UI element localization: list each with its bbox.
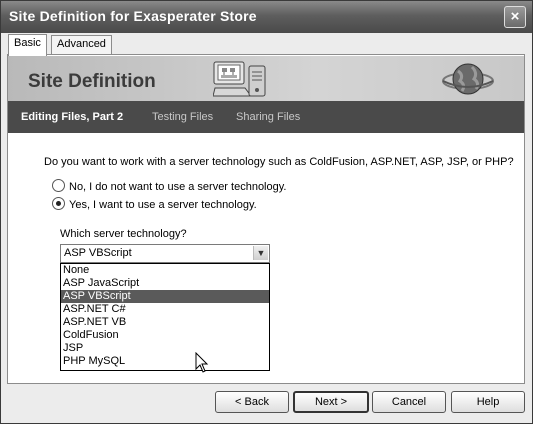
cancel-button[interactable]: Cancel (372, 391, 446, 413)
radio-yes-label: Yes, I want to use a server technology. (69, 199, 257, 211)
option-aspnet-vb[interactable]: ASP.NET VB (61, 316, 269, 329)
server-tech-question: Do you want to work with a server techno… (44, 156, 514, 168)
dialog-title: Site Definition for Exasperater Store (9, 8, 257, 24)
basic-panel: Site Definition Editing Files, Part 2 Te… (7, 54, 525, 384)
option-jsp[interactable]: JSP (61, 342, 269, 355)
mouse-pointer-icon (195, 352, 209, 373)
tab-basic[interactable]: Basic (8, 34, 47, 56)
step-testing-files: Testing Files (152, 111, 214, 123)
step-editing-files-2: Editing Files, Part 2 (21, 111, 124, 123)
wizard-step-bar: Editing Files, Part 2 Testing Files Shar… (8, 101, 524, 133)
server-technology-dropdown-list: None ASP JavaScript ASP VBScript ASP.NET… (60, 263, 270, 371)
title-bar: Site Definition for Exasperater Store × (1, 1, 532, 33)
radio-no-server-tech[interactable]: No, I do not want to use a server techno… (52, 179, 286, 193)
radio-yes-server-tech[interactable]: Yes, I want to use a server technology. (52, 197, 257, 211)
step-sharing-files: Sharing Files (236, 111, 301, 123)
close-button[interactable]: × (504, 6, 526, 28)
radio-no-label: No, I do not want to use a server techno… (69, 181, 287, 193)
server-technology-select[interactable]: ASP VBScript ▼ (60, 244, 270, 263)
option-asp-vbscript[interactable]: ASP VBScript (61, 290, 269, 303)
banner-title: Site Definition (28, 71, 156, 92)
radio-button-checked[interactable] (52, 197, 65, 210)
option-php-mysql[interactable]: PHP MySQL (61, 355, 269, 368)
globe-icon (442, 63, 494, 95)
site-definition-dialog: Site Definition for Exasperater Store × … (0, 0, 533, 424)
option-aspnet-csharp[interactable]: ASP.NET C# (61, 303, 269, 316)
next-button[interactable]: Next > (293, 391, 369, 413)
option-coldfusion[interactable]: ColdFusion (61, 329, 269, 342)
radio-button[interactable] (52, 179, 65, 192)
server-computer-icon (213, 61, 266, 97)
option-asp-javascript[interactable]: ASP JavaScript (61, 277, 269, 290)
which-technology-label: Which server technology? (60, 228, 187, 240)
tab-advanced[interactable]: Advanced (51, 35, 112, 55)
chevron-down-icon[interactable]: ▼ (253, 246, 268, 260)
select-current-value: ASP VBScript (64, 247, 132, 259)
back-button[interactable]: < Back (215, 391, 289, 413)
wizard-banner: Site Definition (8, 56, 524, 101)
option-none[interactable]: None (61, 264, 269, 277)
help-button[interactable]: Help (451, 391, 525, 413)
